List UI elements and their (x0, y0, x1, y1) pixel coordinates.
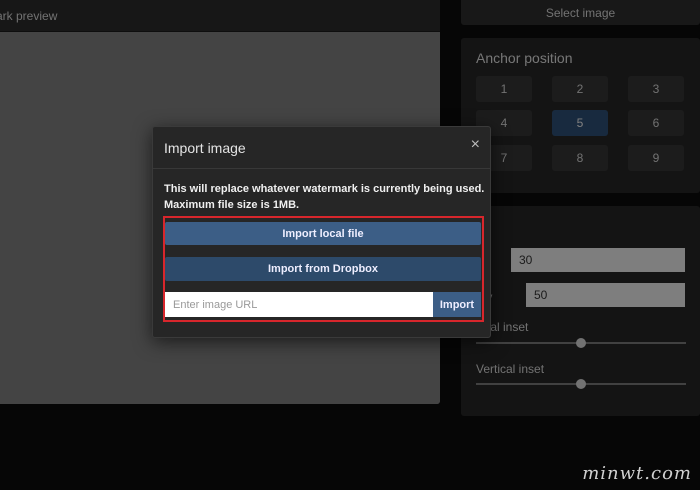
image-url-input[interactable] (165, 292, 433, 317)
modal-header: Import image × (153, 127, 490, 169)
import-url-button[interactable]: Import (433, 292, 481, 317)
watermark-text: minwt.com (582, 463, 692, 484)
import-image-modal: Import image × This will replace whateve… (152, 126, 491, 338)
import-local-file-button[interactable]: Import local file (165, 222, 481, 245)
import-from-dropbox-button[interactable]: Import from Dropbox (165, 257, 481, 281)
modal-title: Import image (164, 140, 246, 156)
modal-message-line-2: Maximum file size is 1MB. (164, 199, 300, 211)
close-icon[interactable]: × (471, 137, 480, 153)
modal-message: This will replace whatever watermark is … (164, 181, 484, 213)
modal-message-line-1: This will replace whatever watermark is … (164, 183, 485, 195)
